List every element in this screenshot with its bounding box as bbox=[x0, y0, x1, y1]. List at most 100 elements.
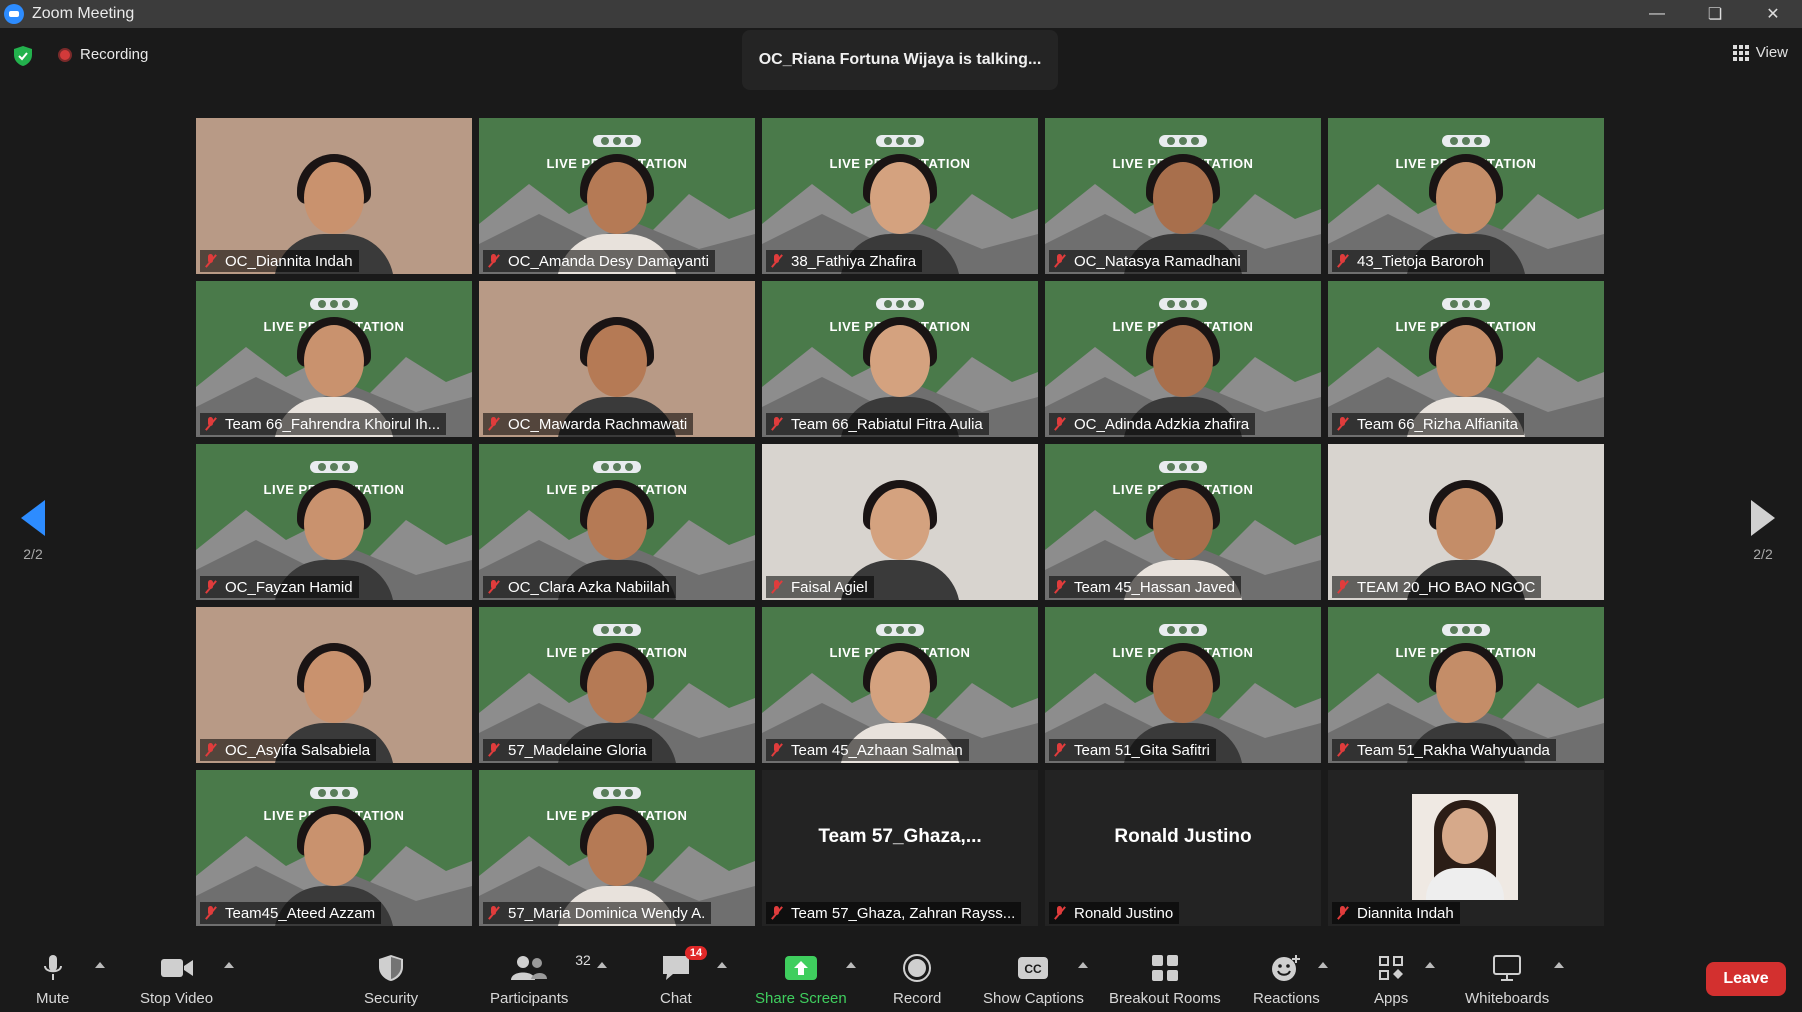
participant-tile[interactable]: LIVE PRESENTATIONOC_Adinda Adzkia zhafir… bbox=[1045, 281, 1321, 437]
share-screen-button[interactable]: Share Screen bbox=[755, 952, 847, 1007]
whiteboards-button[interactable]: Whiteboards bbox=[1465, 952, 1549, 1007]
participant-tile[interactable]: LIVE PRESENTATIONTeam 66_Fahrendra Khoir… bbox=[196, 281, 472, 437]
whiteboards-options-chevron-icon[interactable] bbox=[1554, 962, 1564, 968]
participant-tile[interactable]: LIVE PRESENTATION38_Fathiya Zhafira bbox=[762, 118, 1038, 274]
muted-microphone-icon bbox=[204, 254, 218, 268]
reactions-options-chevron-icon[interactable] bbox=[1318, 962, 1328, 968]
close-icon[interactable]: ✕ bbox=[1744, 0, 1802, 28]
participant-tile[interactable]: LIVE PRESENTATIONOC_Clara Azka Nabiilah bbox=[479, 444, 755, 600]
grid-view-icon bbox=[1732, 44, 1749, 61]
profile-picture bbox=[1412, 794, 1518, 900]
participant-name-label: Team 57_Ghaza, Zahran Rayss... bbox=[766, 902, 1022, 924]
active-speaker-banner: OC_Riana Fortuna Wijaya is talking... bbox=[742, 30, 1058, 90]
participant-name-label: Team45_Ateed Azzam bbox=[200, 902, 382, 924]
participant-tile[interactable]: OC_Mawarda Rachmawati bbox=[479, 281, 755, 437]
reactions-button[interactable]: Reactions bbox=[1253, 952, 1320, 1007]
participant-tile[interactable]: Diannita Indah bbox=[1328, 770, 1604, 926]
participant-tile[interactable]: LIVE PRESENTATIONTeam45_Ateed Azzam bbox=[196, 770, 472, 926]
participant-name-label: TEAM 20_HO BAO NGOC bbox=[1332, 576, 1542, 598]
record-button[interactable]: Record bbox=[893, 952, 941, 1007]
muted-microphone-icon bbox=[487, 580, 501, 594]
encryption-shield-icon[interactable] bbox=[14, 46, 32, 66]
participant-name: OC_Clara Azka Nabiilah bbox=[508, 578, 670, 596]
leave-button[interactable]: Leave bbox=[1706, 962, 1786, 996]
captions-options-chevron-icon[interactable] bbox=[1078, 962, 1088, 968]
participant-tile[interactable]: LIVE PRESENTATIONOC_Natasya Ramadhani bbox=[1045, 118, 1321, 274]
share-options-chevron-icon[interactable] bbox=[846, 962, 856, 968]
chat-button[interactable]: 14 Chat bbox=[660, 946, 708, 1007]
chat-options-chevron-icon[interactable] bbox=[717, 962, 727, 968]
participant-tile[interactable]: OC_Diannita Indah bbox=[196, 118, 472, 274]
participant-name-label: Team 51_Gita Safitri bbox=[1049, 739, 1216, 761]
participant-tile[interactable]: OC_Asyifa Salsabiela bbox=[196, 607, 472, 763]
participant-tile[interactable]: LIVE PRESENTATIONOC_Fayzan Hamid bbox=[196, 444, 472, 600]
muted-microphone-icon bbox=[1053, 906, 1067, 920]
participants-button[interactable]: 32 Participants bbox=[490, 952, 591, 1007]
muted-microphone-icon bbox=[770, 254, 784, 268]
view-button[interactable]: View bbox=[1732, 44, 1788, 61]
participant-tile[interactable]: LIVE PRESENTATIONTeam 51_Rakha Wahyuanda bbox=[1328, 607, 1604, 763]
participant-name: 38_Fathiya Zhafira bbox=[791, 252, 917, 270]
arrow-right-icon bbox=[1751, 500, 1775, 536]
restore-icon[interactable]: ❏ bbox=[1686, 0, 1744, 28]
microphone-icon bbox=[43, 955, 62, 980]
participant-tile[interactable]: LIVE PRESENTATIONOC_Amanda Desy Damayant… bbox=[479, 118, 755, 274]
video-camera-icon bbox=[160, 959, 193, 977]
participant-name-label: OC_Adinda Adzkia zhafira bbox=[1049, 413, 1256, 435]
participant-name: Ronald Justino bbox=[1074, 904, 1174, 922]
participant-name-label: Team 66_Rizha Alfianita bbox=[1332, 413, 1524, 435]
participants-options-chevron-icon[interactable] bbox=[597, 962, 607, 968]
participant-name-label: Team 66_Rabiatul Fitra Aulia bbox=[766, 413, 989, 435]
participant-tile[interactable]: LIVE PRESENTATIONTeam 66_Rizha Alfianita bbox=[1328, 281, 1604, 437]
recording-indicator[interactable]: Recording bbox=[58, 46, 148, 63]
participant-name: Diannita Indah bbox=[1357, 904, 1454, 922]
breakout-rooms-button[interactable]: Breakout Rooms bbox=[1109, 952, 1221, 1007]
participant-tile[interactable]: LIVE PRESENTATION57_Madelaine Gloria bbox=[479, 607, 755, 763]
participant-name: OC_Adinda Adzkia zhafira bbox=[1074, 415, 1250, 433]
participant-name: Team 66_Rabiatul Fitra Aulia bbox=[791, 415, 983, 433]
apps-options-chevron-icon[interactable] bbox=[1425, 962, 1435, 968]
muted-microphone-icon bbox=[1336, 254, 1350, 268]
participant-tile[interactable]: TEAM 20_HO BAO NGOC bbox=[1328, 444, 1604, 600]
participant-tile[interactable]: LIVE PRESENTATIONTeam 45_Hassan Javed bbox=[1045, 444, 1321, 600]
muted-microphone-icon bbox=[1053, 417, 1067, 431]
participant-name-label: OC_Amanda Desy Damayanti bbox=[483, 250, 715, 272]
participant-tile[interactable]: LIVE PRESENTATIONTeam 45_Azhaan Salman bbox=[762, 607, 1038, 763]
whiteboards-label: Whiteboards bbox=[1465, 990, 1550, 1007]
participant-tile[interactable]: Team 57_Ghaza,... Team 57_Ghaza, Zahran R… bbox=[762, 770, 1038, 926]
security-button[interactable]: Security bbox=[364, 952, 418, 1007]
view-label: View bbox=[1755, 44, 1788, 61]
participants-count: 32 bbox=[575, 952, 591, 968]
muted-microphone-icon bbox=[1336, 580, 1350, 594]
participant-tile[interactable]: LIVE PRESENTATION43_Tietoja Baroroh bbox=[1328, 118, 1604, 274]
video-options-chevron-icon[interactable] bbox=[224, 962, 234, 968]
participant-tile[interactable]: LIVE PRESENTATION57_Maria Dominica Wendy… bbox=[479, 770, 755, 926]
participant-tile[interactable]: Faisal Agiel bbox=[762, 444, 1038, 600]
participant-tile[interactable]: Ronald Justino Ronald Justino bbox=[1045, 770, 1321, 926]
participant-name-label: OC_Mawarda Rachmawati bbox=[483, 413, 694, 435]
participant-name: 43_Tietoja Baroroh bbox=[1357, 252, 1485, 270]
mute-button[interactable]: Mute bbox=[36, 952, 69, 1007]
stop-video-button[interactable]: Stop Video bbox=[140, 952, 213, 1007]
apps-button[interactable]: Apps bbox=[1374, 952, 1408, 1007]
muted-microphone-icon bbox=[487, 417, 501, 431]
mute-label: Mute bbox=[36, 990, 70, 1007]
show-captions-label: Show Captions bbox=[983, 990, 1084, 1007]
participant-name-label: OC_Diannita Indah bbox=[200, 250, 359, 272]
previous-page-button[interactable]: 2/2 bbox=[18, 500, 48, 562]
participant-name: Team 57_Ghaza, Zahran Rayss... bbox=[791, 904, 1016, 922]
gallery-grid: OC_Diannita Indah LIVE PRESENTATIONOC_Ama… bbox=[196, 118, 1606, 928]
minimize-icon[interactable]: — bbox=[1628, 0, 1686, 28]
participant-name-label: Team 45_Azhaan Salman bbox=[766, 739, 969, 761]
participant-name: TEAM 20_HO BAO NGOC bbox=[1357, 578, 1536, 596]
recording-dot-icon bbox=[58, 47, 72, 62]
next-page-button[interactable]: 2/2 bbox=[1748, 500, 1778, 562]
participant-name: Team45_Ateed Azzam bbox=[225, 904, 376, 922]
muted-microphone-icon bbox=[770, 743, 784, 757]
participant-tile[interactable]: LIVE PRESENTATIONTeam 51_Gita Safitri bbox=[1045, 607, 1321, 763]
participant-name: 57_Madelaine Gloria bbox=[508, 741, 647, 759]
audio-options-chevron-icon[interactable] bbox=[95, 962, 105, 968]
show-captions-button[interactable]: CC Show Captions bbox=[983, 952, 1084, 1007]
participant-tile[interactable]: LIVE PRESENTATIONTeam 66_Rabiatul Fitra … bbox=[762, 281, 1038, 437]
arrow-left-icon bbox=[21, 500, 45, 536]
